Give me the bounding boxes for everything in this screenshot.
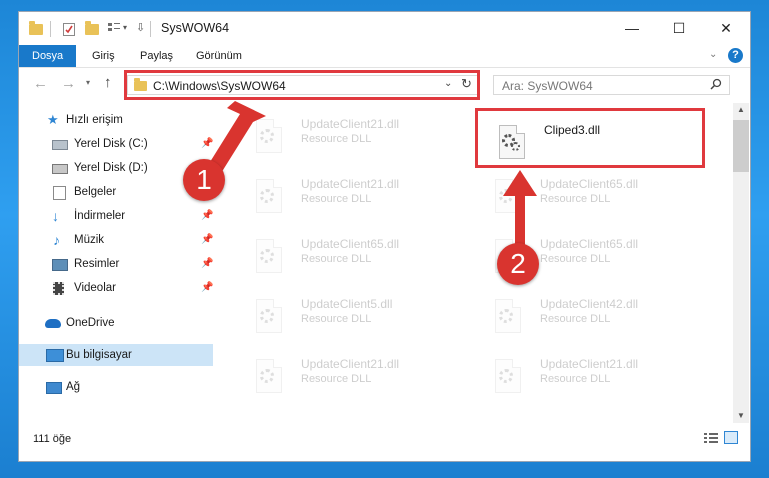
- callout-bubble-1: 1: [183, 159, 225, 201]
- callout-bubble-2: 2: [497, 243, 539, 285]
- annotation-arrows: [205, 101, 537, 253]
- arrow-2: [503, 170, 537, 253]
